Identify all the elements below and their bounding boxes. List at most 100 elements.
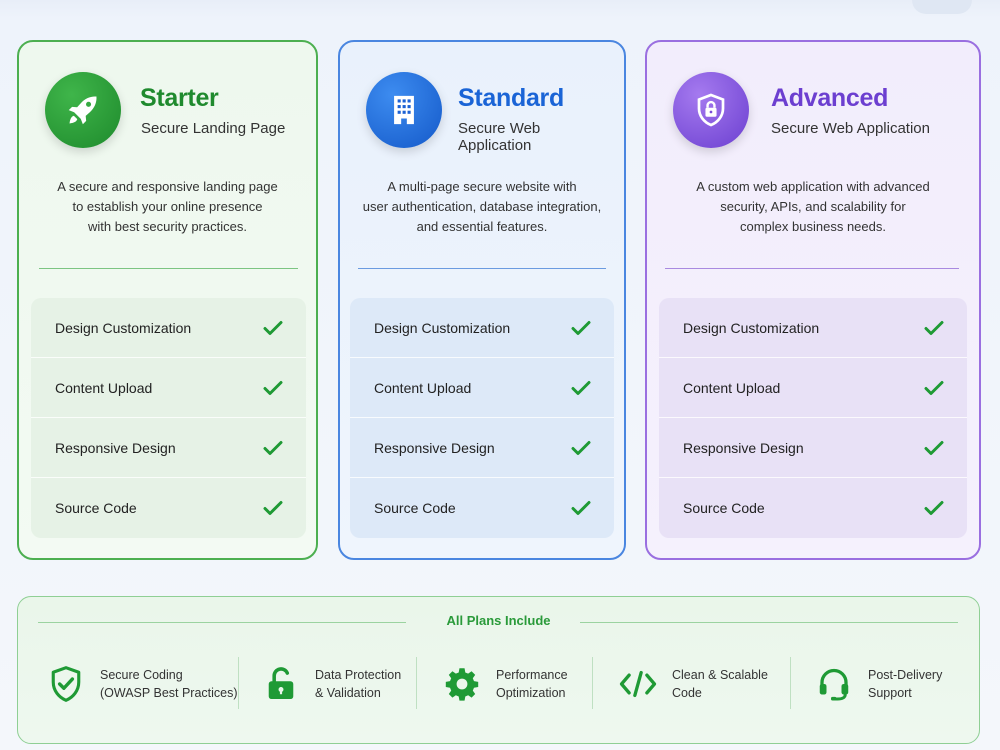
plan-card-standard[interactable]: Standard Secure Web Application A multi-… <box>338 40 626 560</box>
feature-row: Content Upload <box>350 358 614 418</box>
feature-row: Responsive Design <box>31 418 306 478</box>
rocket-icon <box>45 72 121 148</box>
separator <box>238 657 239 709</box>
feature-label: Source Code <box>374 500 456 516</box>
feature-row: Design Customization <box>659 298 967 358</box>
description-line: complex business needs. <box>740 219 886 234</box>
feature-label: Design Customization <box>374 319 511 336</box>
plan-subtitle: Secure Web Application <box>771 120 930 137</box>
include-label-line: Secure Coding <box>100 668 183 682</box>
include-label-line: Data Protection <box>315 668 402 682</box>
description-line: user authentication, database integratio… <box>362 199 602 214</box>
feature-list: Design Customization Content Upload Resp… <box>31 298 306 538</box>
checkmark-icon <box>923 497 945 519</box>
plan-description: A secure and responsive landing page to … <box>29 177 306 237</box>
plan-subtitle: Secure Web Application <box>458 120 541 154</box>
include-item-data-protection: Data Protection & Validation <box>261 659 401 709</box>
checkmark-icon <box>923 317 945 339</box>
include-label: Performance Optimization <box>496 666 568 702</box>
checkmark-icon <box>262 437 284 459</box>
feature-list: Design Customization Content Upload Resp… <box>659 298 967 538</box>
divider <box>665 268 959 269</box>
checkmark-icon <box>570 377 592 399</box>
description-line: with best security practices. <box>88 219 247 234</box>
include-label-line: (OWASP Best Practices) <box>100 686 238 700</box>
include-label-line: Performance <box>496 668 568 682</box>
checkmark-icon <box>923 377 945 399</box>
plan-card-advanced[interactable]: Advanced Secure Web Application A custom… <box>645 40 981 560</box>
building-icon <box>366 72 442 148</box>
checkmark-icon <box>570 437 592 459</box>
feature-label: Content Upload <box>683 379 781 396</box>
feature-label: Content Upload <box>374 379 472 396</box>
plan-description: A multi-page secure website with user au… <box>350 177 614 237</box>
separator <box>416 657 417 709</box>
include-label: Clean & Scalable Code <box>672 666 768 702</box>
include-label-line: Optimization <box>496 686 566 700</box>
feature-row: Source Code <box>350 478 614 538</box>
include-label-line: Clean & Scalable <box>672 668 768 682</box>
gear-icon <box>442 664 482 704</box>
shield-check-icon <box>46 664 86 704</box>
checkmark-icon <box>262 377 284 399</box>
divider <box>358 268 606 269</box>
feature-label: Content Upload <box>55 379 153 396</box>
include-label-line: Post-Delivery <box>868 668 943 682</box>
all-plans-include-panel: All Plans Include Secure Coding (OWASP B… <box>17 596 980 744</box>
feature-label: Source Code <box>55 500 137 516</box>
checkmark-icon <box>262 317 284 339</box>
include-item-secure-coding: Secure Coding (OWASP Best Practices) <box>46 659 238 709</box>
feature-row: Design Customization <box>31 298 306 358</box>
include-label: Secure Coding (OWASP Best Practices) <box>100 666 238 702</box>
plan-header: Advanced Secure Web Application <box>673 72 969 152</box>
checkmark-icon <box>923 437 945 459</box>
plan-name: Starter <box>140 84 219 112</box>
divider <box>580 622 958 623</box>
description-line: and essential features. <box>416 219 548 234</box>
description-line: A multi-page secure website with <box>387 179 577 194</box>
top-strip <box>0 0 1000 18</box>
include-label-line: Code <box>672 686 702 700</box>
checkmark-icon <box>570 317 592 339</box>
divider <box>39 268 298 269</box>
include-item-performance: Performance Optimization <box>442 659 568 709</box>
description-line: A custom web application with advanced <box>696 179 930 194</box>
feature-label: Source Code <box>683 500 765 516</box>
feature-label: Design Customization <box>683 319 820 336</box>
top-decoration <box>912 0 972 14</box>
feature-row: Responsive Design <box>659 418 967 478</box>
plan-card-starter[interactable]: Starter Secure Landing Page A secure and… <box>17 40 318 560</box>
plan-description: A custom web application with advanced s… <box>657 177 969 237</box>
feature-row: Responsive Design <box>350 418 614 478</box>
separator <box>790 657 791 709</box>
feature-list: Design Customization Content Upload Resp… <box>350 298 614 538</box>
include-item-support: Post-Delivery Support <box>814 659 942 709</box>
feature-label: Responsive Design <box>683 439 804 456</box>
feature-row: Source Code <box>659 478 967 538</box>
feature-label: Design Customization <box>55 319 192 336</box>
plan-name: Advanced <box>771 84 889 112</box>
plan-name: Standard <box>458 84 564 112</box>
checkmark-icon <box>570 497 592 519</box>
feature-label: Responsive Design <box>55 439 176 456</box>
include-label: Post-Delivery Support <box>868 666 942 702</box>
section-title: All Plans Include <box>446 613 551 628</box>
feature-row: Design Customization <box>350 298 614 358</box>
plan-subtitle: Secure Landing Page <box>141 120 286 137</box>
include-label-line: Support <box>868 686 912 700</box>
include-label-line: & Validation <box>315 686 381 700</box>
headset-icon <box>814 664 854 704</box>
feature-row: Content Upload <box>659 358 967 418</box>
description-line: security, APIs, and scalability for <box>720 199 906 214</box>
unlocked-padlock-icon <box>261 664 301 704</box>
include-item-clean-code: Clean & Scalable Code <box>618 659 768 709</box>
separator <box>592 657 593 709</box>
plan-header: Starter Secure Landing Page <box>45 72 306 152</box>
include-label: Data Protection & Validation <box>315 666 401 702</box>
feature-row: Source Code <box>31 478 306 538</box>
lock-shield-icon <box>673 72 749 148</box>
description-line: to establish your online presence <box>72 199 263 214</box>
checkmark-icon <box>262 497 284 519</box>
feature-label: Responsive Design <box>374 439 495 456</box>
description-line: A secure and responsive landing page <box>57 179 278 194</box>
